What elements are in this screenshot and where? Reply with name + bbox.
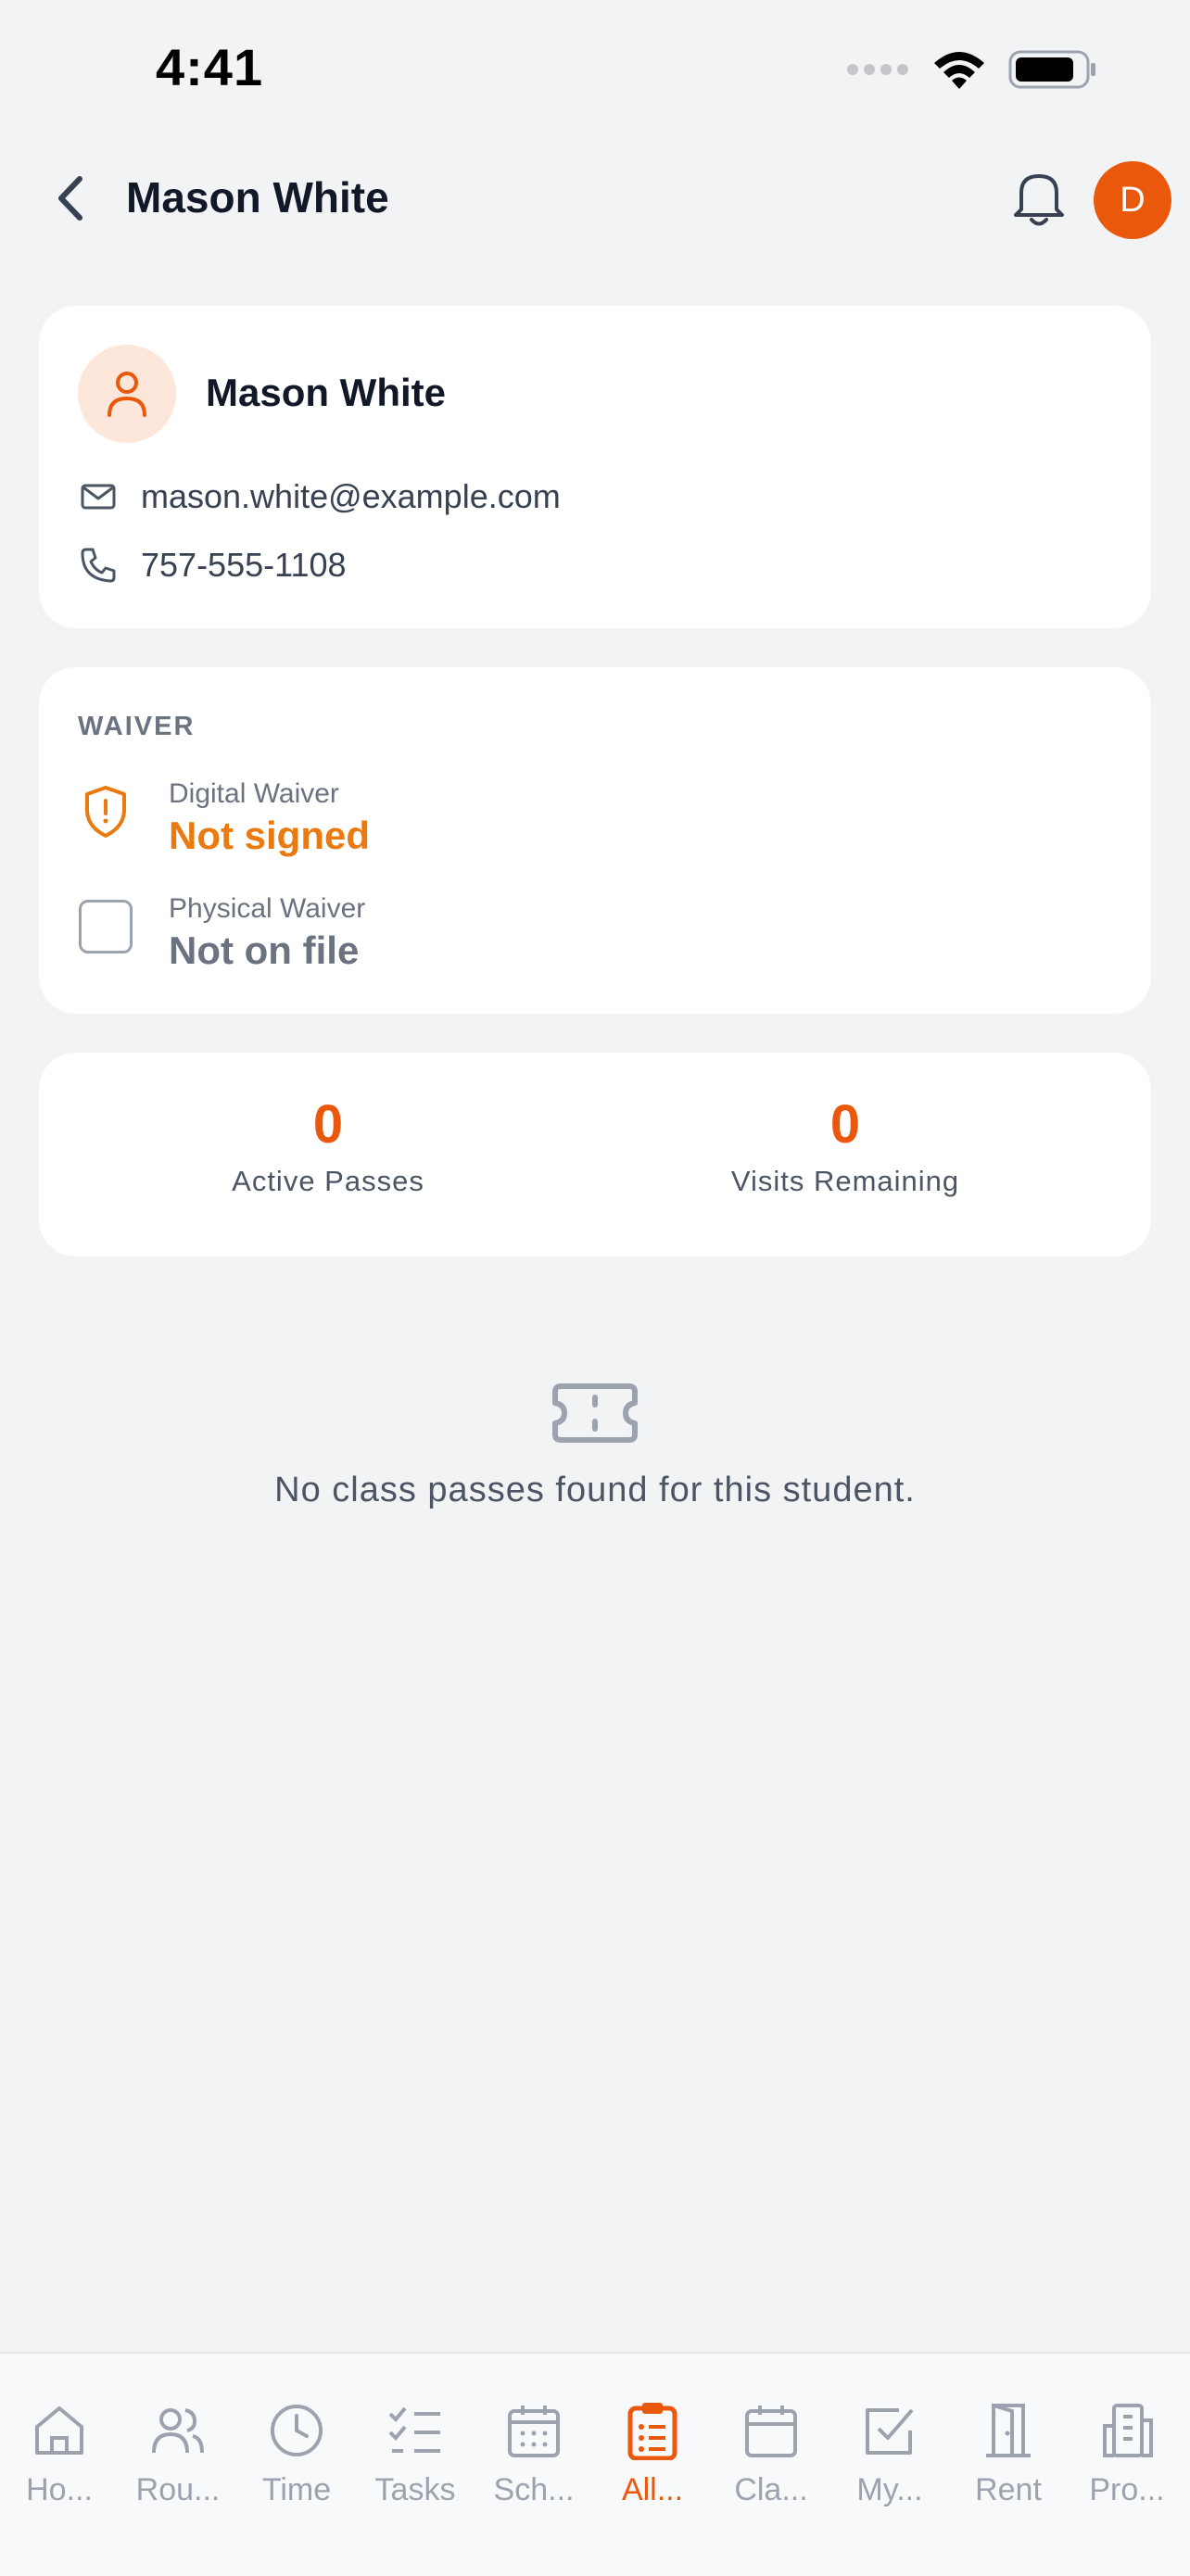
tab-label: Pro... <box>1089 2472 1165 2507</box>
users-icon <box>152 2408 204 2454</box>
page-title: Mason White <box>126 173 389 221</box>
tab-label: Sch... <box>493 2472 575 2507</box>
calendar-icon <box>745 2406 797 2457</box>
home-icon <box>35 2406 83 2455</box>
physical-waiver-checkbox[interactable] <box>78 899 133 954</box>
battery-icon <box>1008 48 1097 95</box>
digital-waiver-row[interactable]: Digital Waiver Not signed <box>78 778 370 858</box>
clipboard-list-icon <box>627 2403 677 2460</box>
tab-all[interactable]: All... <box>593 2398 712 2508</box>
visits-remaining-label: Visits Remaining <box>730 1165 960 1197</box>
tab-home[interactable]: Ho... <box>0 2398 119 2508</box>
tab-my[interactable]: My... <box>830 2398 949 2508</box>
tab-profile[interactable]: Pro... <box>1068 2398 1186 2508</box>
phone-icon <box>78 545 119 586</box>
cellular-signal-icon <box>845 60 910 83</box>
email-text: mason.white@example.com <box>141 477 561 515</box>
wifi-icon <box>930 48 988 95</box>
ticket-icon <box>551 1381 639 1450</box>
building-icon <box>1103 2404 1153 2457</box>
digital-waiver-status: Not signed <box>169 814 370 857</box>
tab-label: All... <box>621 2472 684 2507</box>
tab-rent[interactable]: Rent <box>949 2398 1068 2508</box>
tab-classes[interactable]: Cla... <box>712 2398 830 2508</box>
active-passes-count: 0 <box>312 1094 344 1155</box>
status-bar: 4:41 <box>0 0 1190 139</box>
user-icon <box>108 372 146 417</box>
mail-icon <box>78 476 119 517</box>
phone-text: 757-555-1108 <box>141 546 347 584</box>
status-icons <box>845 48 1097 95</box>
bell-icon <box>1014 174 1064 226</box>
tab-tasks[interactable]: Tasks <box>356 2398 475 2508</box>
empty-state-text: No class passes found for this student. <box>274 1471 916 1509</box>
visits-remaining-count: 0 <box>829 1094 861 1155</box>
phone-row[interactable]: 757-555-1108 <box>78 545 347 586</box>
user-avatar-button[interactable]: D <box>1094 161 1171 239</box>
top-nav-bar: Mason White D <box>0 148 1190 250</box>
status-time: 4:41 <box>156 38 264 96</box>
tab-time[interactable]: Time <box>237 2398 356 2508</box>
notifications-button[interactable] <box>1008 167 1070 228</box>
back-button[interactable] <box>43 170 98 226</box>
door-icon <box>986 2404 1031 2457</box>
tab-label: Rent <box>975 2472 1042 2507</box>
tab-schedule[interactable]: Sch... <box>475 2398 593 2508</box>
checkbox-icon <box>79 900 133 953</box>
physical-waiver-label: Physical Waiver <box>169 893 366 924</box>
visits-remaining-stat: 0 Visits Remaining <box>586 1093 1105 1198</box>
pass-stats-card: 0 Active Passes 0 Visits Remaining <box>39 1053 1151 1256</box>
active-passes-stat: 0 Active Passes <box>69 1093 588 1198</box>
empty-state: No class passes found for this student. <box>0 1381 1190 1510</box>
contact-card: Mason White mason.white@example.com 757-… <box>39 306 1151 628</box>
digital-waiver-label: Digital Waiver <box>169 778 339 809</box>
email-row[interactable]: mason.white@example.com <box>78 476 561 517</box>
chevron-left-icon <box>58 176 82 221</box>
active-passes-label: Active Passes <box>232 1165 424 1197</box>
tab-label: Rou... <box>135 2472 221 2507</box>
tab-label: Cla... <box>734 2472 808 2507</box>
bottom-tab-bar: Ho... Rou... Time Tasks Sch... All... Cl… <box>0 2352 1190 2576</box>
calendar-grid-icon <box>508 2406 560 2457</box>
student-avatar <box>78 345 176 443</box>
checkbox-icon <box>866 2408 914 2455</box>
tab-label: Tasks <box>374 2472 456 2507</box>
waiver-section-label: WAIVER <box>78 712 196 741</box>
tab-roster[interactable]: Rou... <box>119 2398 237 2508</box>
physical-waiver-status: Not on file <box>169 928 360 972</box>
student-name: Mason White <box>206 371 446 414</box>
physical-waiver-row[interactable]: Physical Waiver Not on file <box>78 893 365 973</box>
tab-label: Ho... <box>26 2472 93 2507</box>
checklist-icon <box>388 2406 440 2453</box>
waiver-card: WAIVER Digital Waiver Not signed Physica… <box>39 667 1151 1014</box>
shield-alert-icon <box>78 784 133 840</box>
tab-label: My... <box>856 2472 923 2507</box>
tab-label: Time <box>261 2472 332 2507</box>
clock-icon <box>271 2405 323 2456</box>
